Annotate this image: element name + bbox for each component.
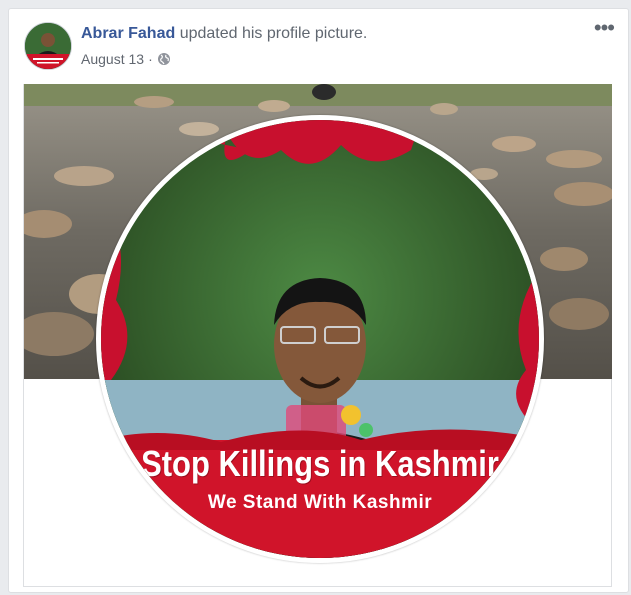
ellipsis-icon[interactable]: ••• [594,17,615,39]
banner-subtitle: We Stand With Kashmir [207,492,433,513]
globe-icon[interactable] [157,52,171,66]
banner-title: Stop Killings in Kashmir [141,443,499,484]
post-header: Abrar Fahad updated his profile picture. [81,25,367,43]
profile-picture-frame: Stop Killings in Kashmir We Stand With K… [96,115,544,563]
post-meta: August 13 · [81,51,171,67]
meta-separator: · [148,51,153,67]
post-action-text: updated his profile picture. [175,25,368,42]
post-card: Abrar Fahad updated his profile picture.… [8,8,629,593]
author-avatar[interactable] [24,22,72,70]
author-name-link[interactable]: Abrar Fahad [81,25,175,42]
profile-picture-media[interactable]: Stop Killings in Kashmir We Stand With K… [23,84,612,587]
post-date-link[interactable]: August 13 [81,51,144,67]
